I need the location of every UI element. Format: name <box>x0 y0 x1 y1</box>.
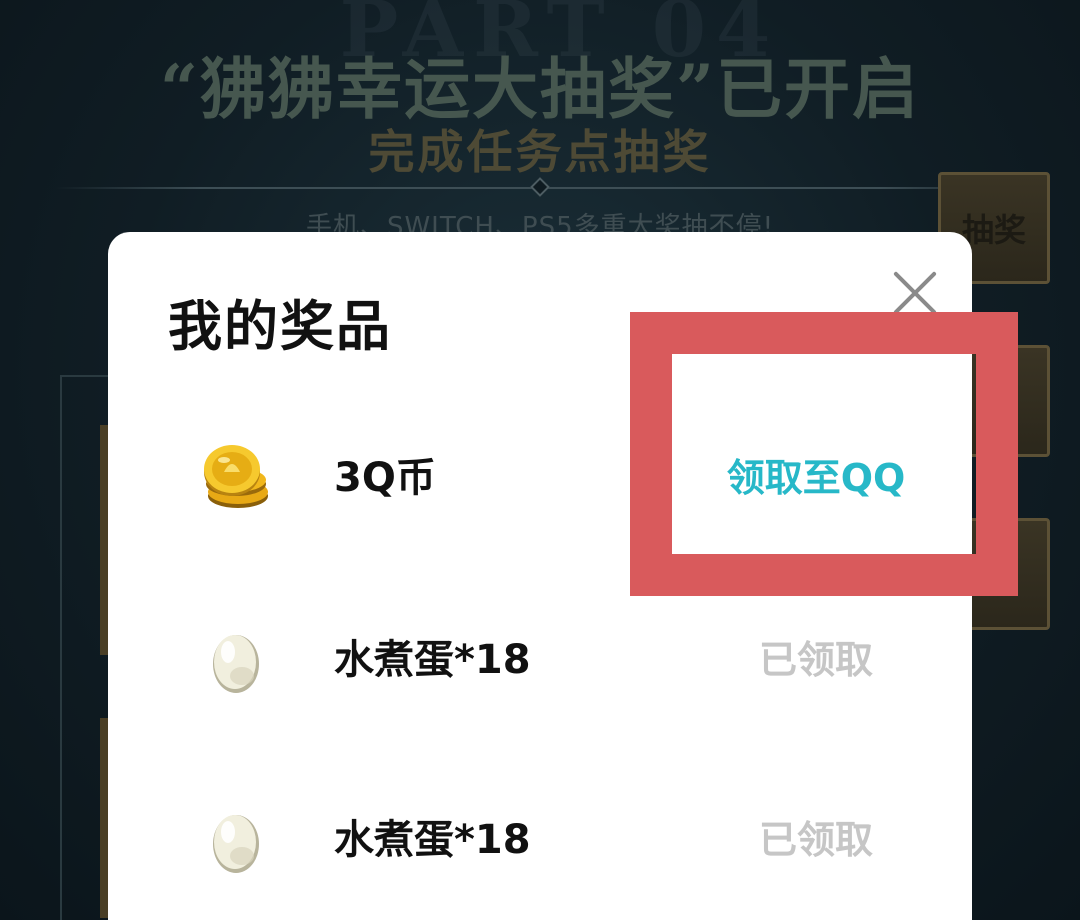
claimed-status: 已领取 <box>758 818 873 862</box>
prize-row: 水煮蛋*18 已领取 <box>108 600 972 720</box>
egg-icon <box>198 800 274 880</box>
coin-stack-icon <box>198 438 274 518</box>
prize-name: 3Q币 <box>334 455 436 501</box>
claimed-status: 已领取 <box>758 638 873 682</box>
modal-title: 我的奖品 <box>168 295 392 358</box>
background-frame-strip <box>100 425 108 655</box>
highlight-box <box>630 312 1018 596</box>
prize-name: 水煮蛋*18 <box>334 637 531 683</box>
prize-row: 水煮蛋*18 已领取 <box>108 780 972 900</box>
egg-icon <box>198 620 274 700</box>
prize-name: 水煮蛋*18 <box>334 817 531 863</box>
background-frame-strip <box>100 718 108 918</box>
background-subtitle: 完成任务点抽奖 <box>368 125 712 179</box>
